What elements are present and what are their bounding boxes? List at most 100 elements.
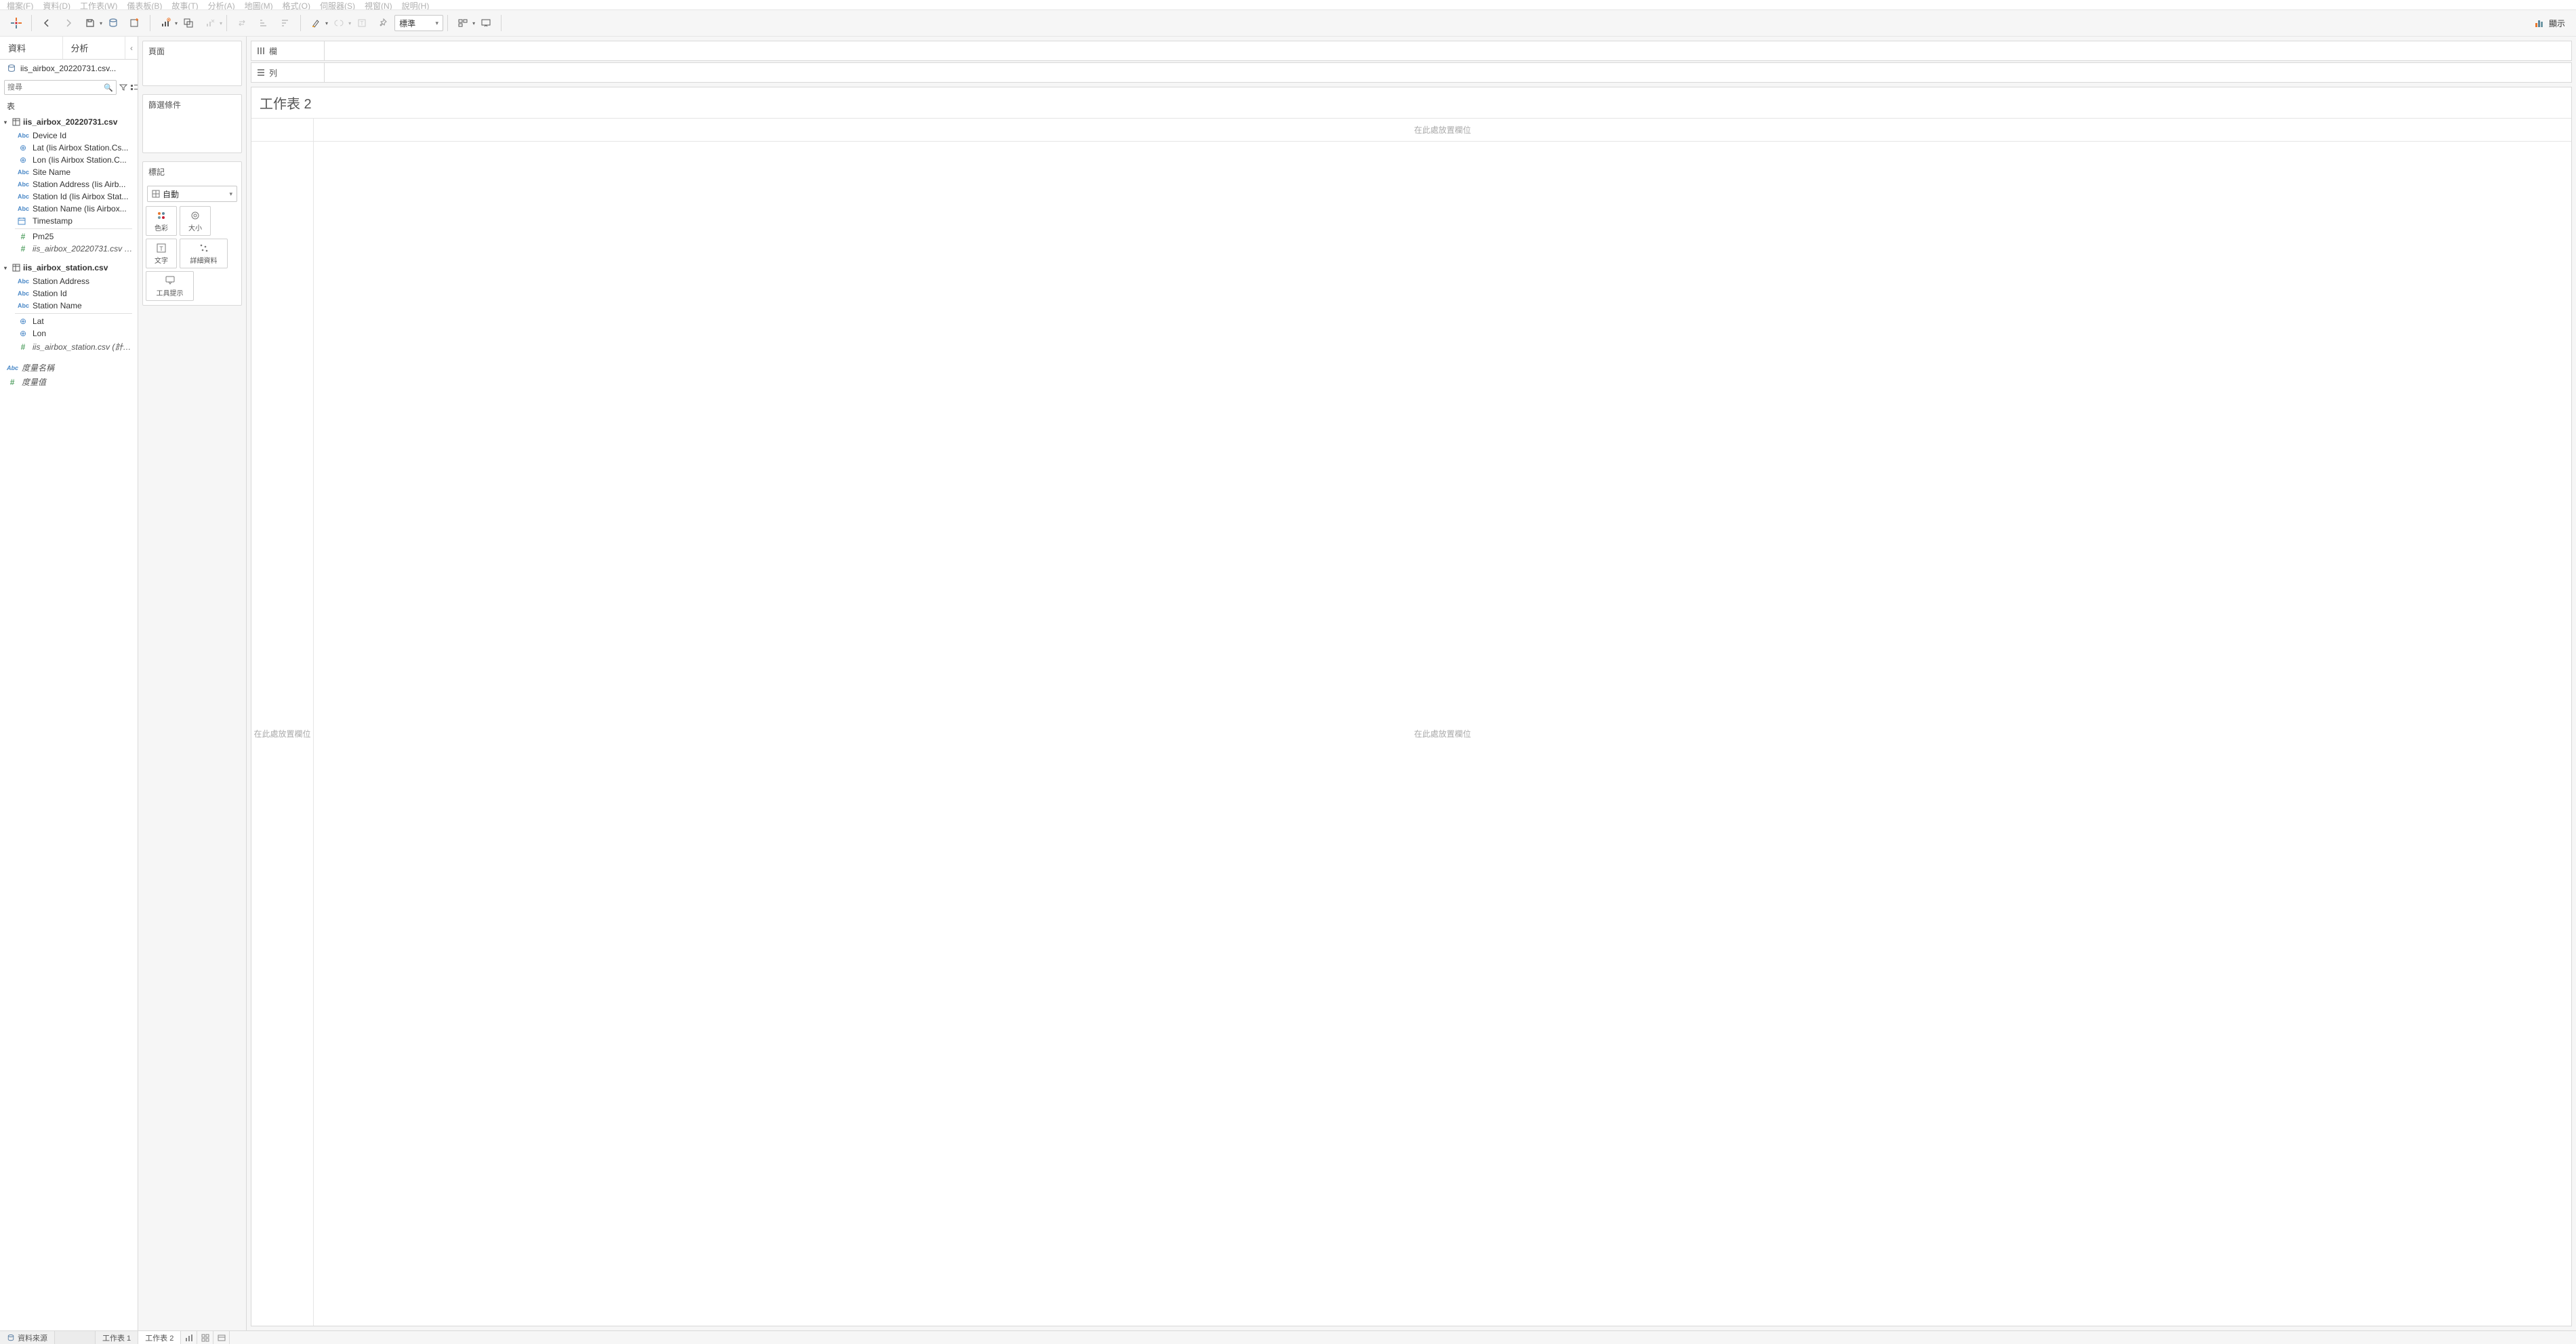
data-pane: 資料 分析 ‹ iis_airbox_20220731.csv... 🔍 ▾ 表 [0,37,138,1330]
field-station-id-join[interactable]: AbcStation Id (Iis Airbox Stat... [0,190,138,203]
field-station-name-join[interactable]: AbcStation Name (Iis Airbox... [0,203,138,215]
field-lon-join[interactable]: ⊕Lon (Iis Airbox Station.C... [0,154,138,166]
collapse-sidebar-icon[interactable]: ‹ [125,43,138,53]
menu-analysis[interactable]: 分析(A) [208,0,235,9]
presentation-button[interactable] [476,14,495,33]
geo-type-icon: ⊕ [18,155,28,165]
show-labels-button[interactable]: T [352,14,371,33]
pin-button[interactable] [374,14,393,33]
measure-names[interactable]: Abc度量名稱 [0,361,138,375]
fit-dropdown-label: 標準 [399,18,415,29]
highlight-caret[interactable]: ▾ [325,20,328,26]
field-site-name[interactable]: AbcSite Name [0,166,138,178]
field-count-1[interactable]: #iis_airbox_20220731.csv (... [0,243,138,255]
group-button[interactable] [329,14,348,33]
show-cards-caret[interactable]: ▾ [472,20,475,26]
viz-main-drop[interactable]: 在此處放置欄位 [314,142,2571,1326]
pages-shelf[interactable]: 頁面 [142,41,242,86]
menu-file[interactable]: 檔案(F) [7,0,33,9]
sheet-title[interactable]: 工作表 2 [251,87,2571,118]
number-type-icon: # [7,378,18,387]
back-button[interactable] [37,14,56,33]
tab-sheet2[interactable]: 工作表 2 [138,1331,181,1344]
field-lat-join[interactable]: ⊕Lat (Iis Airbox Station.Cs... [0,142,138,154]
new-story-tab-icon[interactable] [213,1331,230,1344]
view-list-icon[interactable] [130,81,138,94]
svg-text:T: T [159,245,163,252]
field-station-address[interactable]: AbcStation Address [0,275,138,287]
field-station-name[interactable]: AbcStation Name [0,300,138,312]
datasource-name: iis_airbox_20220731.csv... [20,64,116,73]
sheet-tabs: 資料來源 工作表 1 工作表 2 [0,1330,2576,1344]
new-worksheet-button[interactable] [125,14,144,33]
size-button[interactable]: 大小 [180,206,211,236]
field-station-id[interactable]: AbcStation Id [0,287,138,300]
field-station-address-join[interactable]: AbcStation Address (Iis Airb... [0,178,138,190]
table-header-2[interactable]: ▾ iis_airbox_station.csv [0,260,138,275]
field-lat[interactable]: ⊕Lat [0,315,138,327]
menu-data[interactable]: 資料(D) [43,0,70,9]
filter-icon[interactable] [119,81,127,94]
new-datasource-button[interactable] [104,14,123,33]
columns-icon [257,47,265,55]
highlight-button[interactable] [306,14,325,33]
menu-window[interactable]: 視窗(N) [365,0,392,9]
detail-icon [199,243,209,253]
string-type-icon: Abc [18,205,28,212]
tab-sheet1[interactable]: 工作表 1 [96,1331,138,1344]
datasource-row[interactable]: iis_airbox_20220731.csv... [0,60,138,77]
mark-type-dropdown[interactable]: 自動 ▾ [147,186,237,202]
auto-mark-icon [152,190,160,198]
string-type-icon: Abc [18,169,28,176]
menu-server[interactable]: 伺服器(S) [320,0,355,9]
menu-worksheet[interactable]: 工作表(W) [80,0,117,9]
forward-button[interactable] [59,14,78,33]
tab-datasource[interactable]: 資料來源 [0,1331,55,1344]
menu-dashboard[interactable]: 儀表板(B) [127,0,162,9]
menu-map[interactable]: 地圖(M) [245,0,273,9]
clear-button[interactable] [201,14,220,33]
new-sheet-icon[interactable] [156,14,175,33]
search-field[interactable] [7,83,104,91]
detail-button[interactable]: 詳細資料 [180,239,228,268]
menu-help[interactable]: 說明(H) [402,0,430,9]
field-lon[interactable]: ⊕Lon [0,327,138,340]
text-button[interactable]: T 文字 [146,239,177,268]
group-caret[interactable]: ▾ [348,20,351,26]
field-count-2[interactable]: #iis_airbox_station.csv (計數) [0,340,138,354]
tab-analytics[interactable]: 分析 [63,37,126,59]
viz-row-drop[interactable]: 在此處放置欄位 [251,142,314,1326]
measure-values[interactable]: #度量值 [0,375,138,389]
clear-caret[interactable]: ▾ [220,20,222,26]
color-button[interactable]: 色彩 [146,206,177,236]
tab-data[interactable]: 資料 [0,37,63,59]
new-worksheet-tab-icon[interactable] [181,1331,197,1344]
duplicate-button[interactable] [179,14,198,33]
field-timestamp[interactable]: Timestamp [0,215,138,227]
show-cards-button[interactable] [453,14,472,33]
field-pm25[interactable]: #Pm25 [0,230,138,243]
sort-asc-button[interactable] [254,14,273,33]
filters-shelf[interactable]: 篩選條件 [142,94,242,153]
fields-tree: ▾ iis_airbox_20220731.csv AbcDevice Id ⊕… [0,115,138,1330]
swap-button[interactable] [232,14,251,33]
fit-dropdown[interactable]: 標準 ▾ [394,15,443,31]
columns-shelf[interactable] [324,41,2572,61]
menu-story[interactable]: 故事(T) [171,0,198,9]
tables-section-label: 表 [0,98,138,115]
menu-format[interactable]: 格式(O) [283,0,310,9]
table-header-1[interactable]: ▾ iis_airbox_20220731.csv [0,115,138,129]
tooltip-button[interactable]: 工具提示 [146,271,194,301]
save-dropdown-caret[interactable]: ▾ [100,20,102,26]
field-device-id[interactable]: AbcDevice Id [0,129,138,142]
show-me-button[interactable]: 顯示 [2529,15,2571,32]
rows-shelf[interactable] [324,62,2572,83]
sort-desc-button[interactable] [276,14,295,33]
save-button[interactable] [81,14,100,33]
tableau-logo-icon[interactable] [7,14,26,33]
marks-label: 標記 [143,162,241,182]
new-sheet-caret[interactable]: ▾ [175,20,178,26]
new-dashboard-tab-icon[interactable] [197,1331,213,1344]
viz-col-drop[interactable]: 在此處放置欄位 [314,119,2571,142]
search-input[interactable]: 🔍 [4,80,117,95]
